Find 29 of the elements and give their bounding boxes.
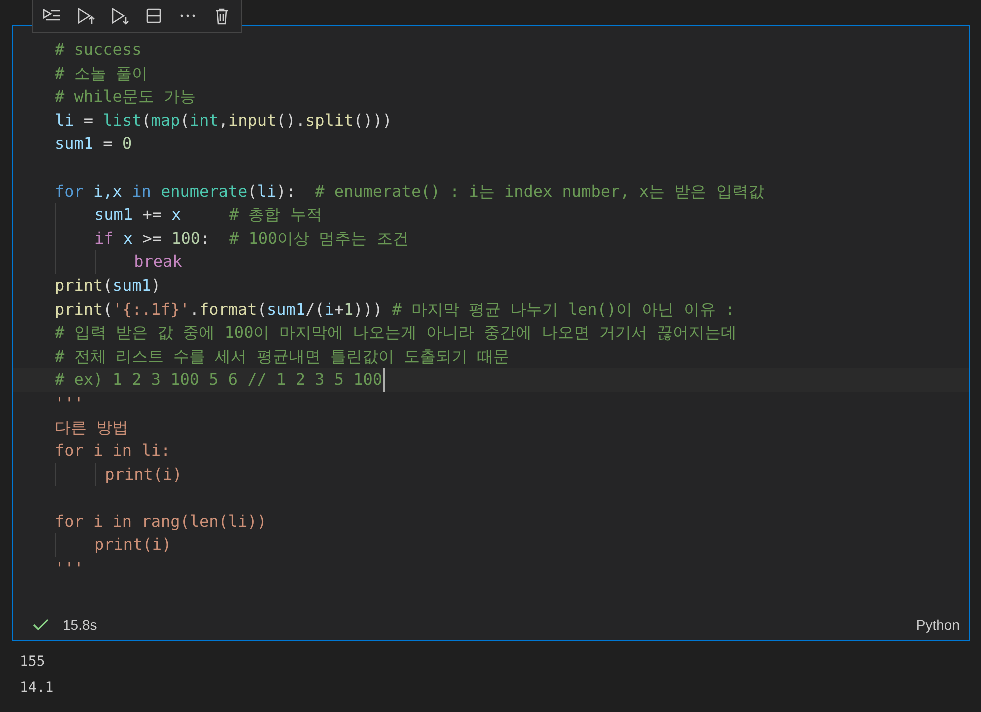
code-line: # 입력 받은 값 중에 100이 마지막에 나오는게 아니라 중간에 나오면 거기서 끊어지는데: [55, 322, 738, 344]
code-line: li = list(map(int,input().split())): [55, 110, 392, 132]
play-up-arrow-icon: [76, 7, 96, 25]
code-line: break: [55, 250, 182, 274]
output-line: 14.1: [20, 679, 54, 698]
code-line: ''': [55, 558, 84, 580]
code-line: if x >= 100: # 100이상 멈추는 조건: [55, 226, 409, 250]
more-icon: [180, 14, 196, 18]
code-line: print(i): [55, 533, 172, 558]
code-line: # while문도 가능: [55, 86, 196, 108]
output-line: 155: [20, 653, 46, 672]
split-square-icon: [146, 8, 162, 24]
code-line: print('{:.1f}'.format(sum1/(i+1))) # 마지막 평균 나누기 len()이 아닌 이유 :: [55, 298, 736, 321]
code-line: sum1 += x # 총합 누적: [55, 203, 322, 227]
code-line: sum1 = 0: [55, 133, 132, 156]
play-down-arrow-icon: [110, 7, 130, 25]
code-line: for i in li:: [55, 440, 171, 462]
code-line: # 전체 리스트 수를 세서 평균내면 틀린값이 도출되기 때문: [55, 346, 510, 368]
code-line: 다른 방법: [55, 416, 129, 438]
code-line: for i in rang(len(li)): [55, 510, 267, 533]
execution-time: 15.8s: [63, 616, 98, 634]
code-line: # 소놀 풀이: [55, 62, 148, 85]
code-line: ''': [55, 392, 84, 415]
code-line: for i,x in enumerate(li): # enumerate() : i는 index number, x는 받은 입력값: [55, 180, 764, 203]
trash-icon: [215, 8, 229, 24]
code-line: print(i): [55, 462, 182, 486]
language-label[interactable]: Python: [916, 614, 960, 636]
code-line: print(sum1): [55, 274, 161, 297]
code-line: # success: [55, 39, 142, 61]
